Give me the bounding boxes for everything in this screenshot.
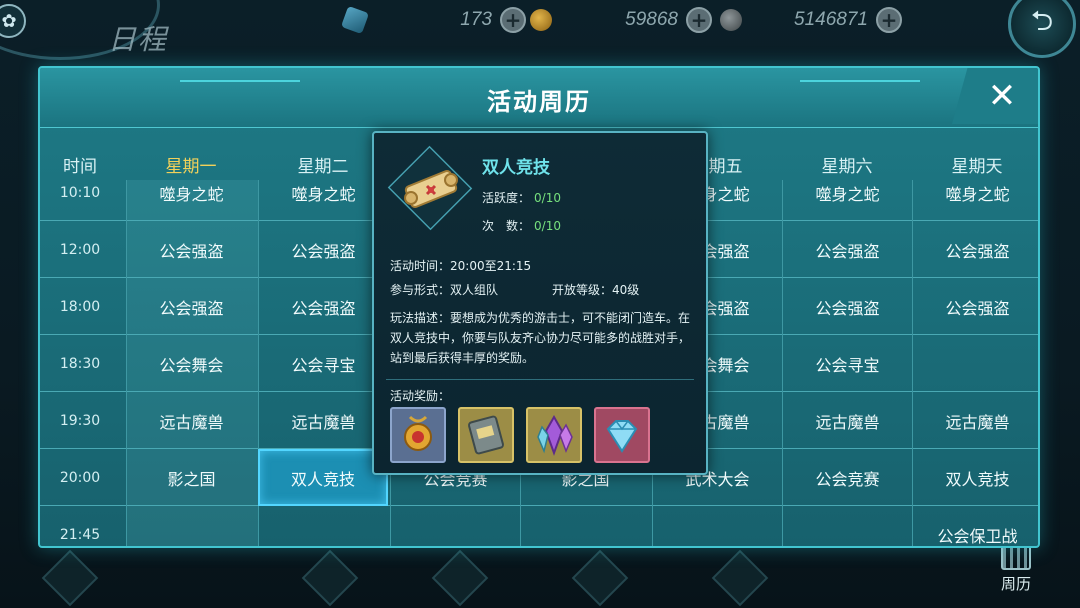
time-cell: 18:30 [59,355,101,372]
bottom-diamond-decoration [431,549,489,607]
activity-cell[interactable]: 公会强盗 [912,221,1038,278]
activity-cell[interactable]: 噬身之蛇 [912,180,1038,221]
activity-cell[interactable]: 公会舞会 [126,335,256,392]
resource-gold: 59868 + [530,6,712,34]
activity-cell[interactable]: 公会强盗 [258,278,388,335]
popup-divider [386,379,694,380]
activity-cell[interactable]: 远古魔兽 [782,392,912,449]
reward-slot-crystal[interactable] [526,407,582,463]
activity-cell[interactable]: 双人竞技 [258,449,388,506]
activity-cell[interactable]: 双人竞技 [912,449,1038,506]
reward-label: 活动奖励： [390,389,451,403]
activity-detail-popup: 双人竞技 活跃度： 0/10 次 数： 0/10 活动时间：20:00至21:15 … [372,131,708,475]
activity-description: 玩法描述：要想成为优秀的游击士，可不能闭门造车。在双人竞技中，你要与队友齐心协力… [390,311,691,365]
add-crystal-button[interactable]: + [500,7,526,33]
activity-points-value: 0/10 [534,191,561,205]
activity-cell [782,506,912,546]
resource-silver: 5146871 + [720,6,902,34]
panel-title: 活动周历 [487,88,591,116]
crystal-count: 173 [460,9,492,30]
day-header: 星期二 [297,157,349,177]
required-level-line: 开放等级：40级 [552,281,639,298]
participation-format-value: 双人组队 [450,283,499,297]
attempt-count-label: 次 数： [482,219,531,233]
required-level-value: 40级 [612,283,640,297]
resource-bar: 173 + 59868 + 5146871 + [330,4,1000,36]
activity-cell[interactable]: 公会强盗 [912,278,1038,335]
activity-cell[interactable]: 公会强盗 [782,221,912,278]
participation-format-label: 参与形式： [390,283,451,297]
panel-header: 活动周历 [40,68,1038,128]
add-gold-button[interactable]: + [686,7,712,33]
activity-cell[interactable]: 影之国 [126,449,256,506]
reward-slot-diamond[interactable] [594,407,650,463]
activity-points-label: 活跃度： [482,191,531,205]
back-arrow-icon: ⮌ [1030,4,1054,37]
weekly-calendar-label: 周历 [1000,575,1031,593]
bottom-diamond-decoration [41,549,99,607]
activity-cell[interactable]: 远古魔兽 [912,392,1038,449]
gold-coin-icon [530,9,552,31]
activity-cell [912,335,1038,392]
activity-time-line: 活动时间：20:00至21:15 [390,257,531,274]
crystal-icon [340,5,370,35]
close-icon: ✕ [987,76,1017,116]
required-level-label: 开放等级： [552,283,613,297]
reward-slot-amulet[interactable] [390,407,446,463]
purple-crystal-icon [537,414,573,456]
activity-time-value: 20:00至21:15 [450,259,532,273]
scroll-book-icon [468,415,504,455]
time-cell: 19:30 [59,412,101,429]
activity-cell[interactable]: 公会保卫战 [912,506,1038,546]
activity-cell [652,506,782,546]
activity-cell [126,506,256,546]
gold-count: 59868 [625,9,678,30]
day-header: 星期天 [951,157,1003,177]
background-bottom-bar [40,548,1000,608]
resource-crystal: 173 + [340,5,526,35]
activity-cell[interactable]: 远古魔兽 [258,392,388,449]
time-cell: 21:45 [59,526,101,543]
blue-diamond-icon [606,420,638,453]
activity-cell[interactable]: 公会强盗 [126,278,256,335]
time-cell: 10:10 [59,184,101,201]
activity-cell[interactable]: 公会强盗 [782,278,912,335]
activity-cell[interactable]: 公会强盗 [126,221,256,278]
activity-cell[interactable]: 噬身之蛇 [782,180,912,221]
activity-cell[interactable]: 公会强盗 [258,221,388,278]
activity-cell [390,506,520,546]
day-header: 星期一 [165,157,217,177]
day-header: 星期六 [821,157,873,177]
schedule-row: 21:45 公会保卫战 [40,506,1038,546]
activity-cell[interactable]: 噬身之蛇 [258,180,388,221]
add-silver-button[interactable]: + [876,7,902,33]
activity-points-line: 活跃度： 0/10 [482,189,561,206]
activity-cell [258,506,388,546]
silver-coin-icon [720,9,742,31]
bottom-diamond-decoration [571,549,629,607]
time-cell: 18:00 [59,298,101,315]
silver-count: 5146871 [794,9,868,30]
attempt-count-line: 次 数： 0/10 [482,217,561,234]
time-cell: 20:00 [59,469,101,486]
activity-cell[interactable]: 公会寻宝 [782,335,912,392]
scroll-icon [392,153,470,225]
attempt-count-value: 0/10 [534,219,561,233]
reward-slot-book[interactable] [458,407,514,463]
activity-name: 双人竞技 [482,158,550,178]
time-column-header: 时间 [63,157,97,177]
activity-time-label: 活动时间： [390,259,451,273]
activity-cell[interactable]: 公会寻宝 [258,335,388,392]
amulet-icon [404,415,432,451]
bottom-diamond-decoration [301,549,359,607]
page-title: 日程 [108,23,169,56]
activity-cell [520,506,650,546]
activity-cell[interactable]: 公会竞赛 [782,449,912,506]
participation-format-line: 参与形式：双人组队 [390,281,498,298]
back-button[interactable]: ⮌ [1008,0,1076,58]
activity-cell[interactable]: 远古魔兽 [126,392,256,449]
bottom-diamond-decoration [711,549,769,607]
time-cell: 12:00 [59,241,101,258]
activity-cell[interactable]: 噬身之蛇 [126,180,256,221]
